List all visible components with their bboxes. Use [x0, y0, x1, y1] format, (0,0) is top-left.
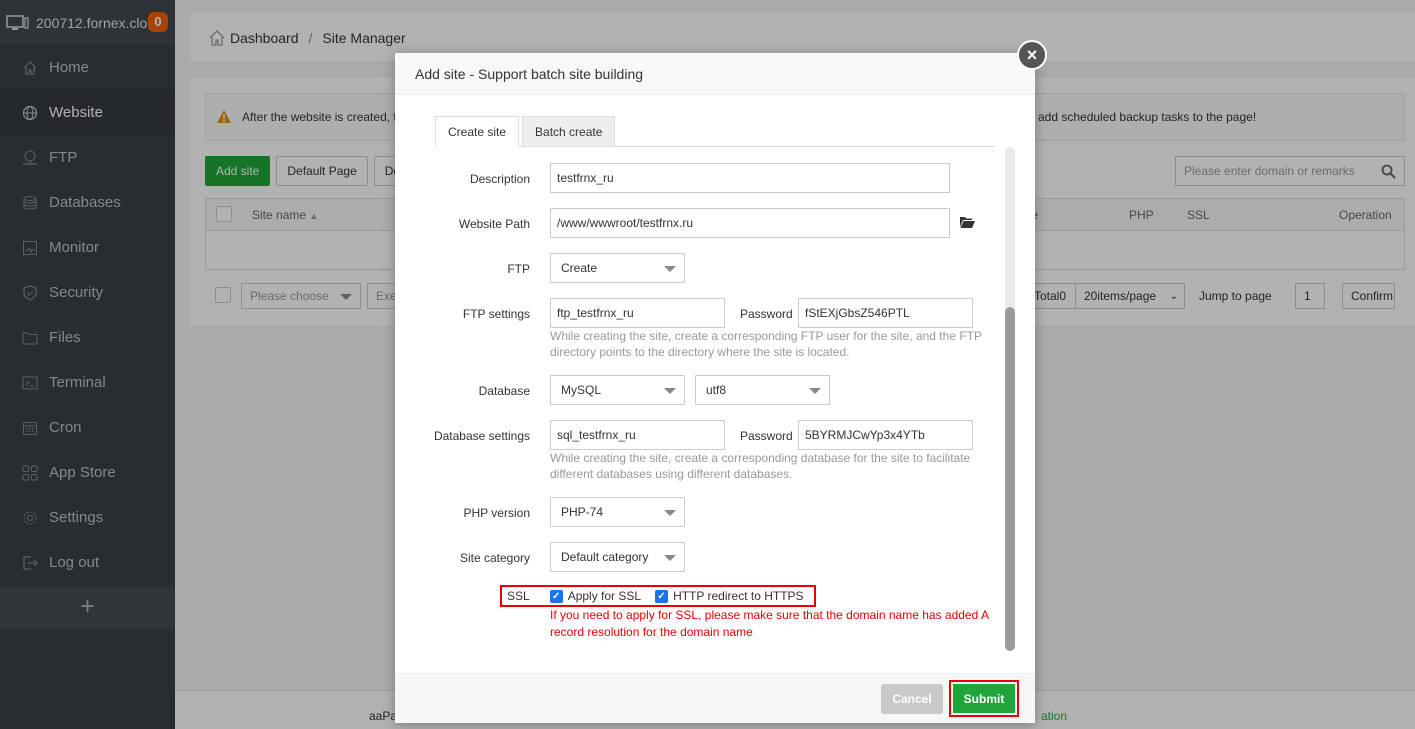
php-version-label: PHP version: [463, 506, 530, 520]
ftp-password-label: Password: [740, 307, 793, 321]
ssl-options: SSL ✓ Apply for SSL ✓ HTTP redirect to H…: [500, 585, 816, 607]
ftp-hint: While creating the site, create a corres…: [550, 329, 982, 359]
database-type-select[interactable]: MySQL: [550, 375, 685, 405]
add-site-modal: Add site - Support batch site building C…: [395, 53, 1035, 723]
https-redirect-checkbox[interactable]: ✓: [655, 589, 669, 603]
tab-batch-create[interactable]: Batch create: [522, 116, 616, 147]
website-path-label: Website Path: [458, 217, 530, 231]
site-category-label: Site category: [459, 551, 530, 565]
modal-title: Add site - Support batch site building: [395, 53, 1035, 95]
database-charset-select[interactable]: utf8: [695, 375, 830, 405]
website-path-input[interactable]: [550, 208, 950, 238]
submit-highlight: Submit: [949, 680, 1019, 717]
database-type-value: MySQL: [561, 383, 602, 397]
site-category-select[interactable]: Default category: [550, 542, 685, 572]
ftp-select-value: Create: [561, 261, 598, 275]
description-label: Description: [469, 172, 530, 186]
database-password-label: Password: [740, 429, 793, 443]
submit-button[interactable]: Submit: [953, 684, 1015, 713]
ftp-settings-label: FTP settings: [462, 307, 530, 321]
scrollbar-thumb[interactable]: [1005, 307, 1015, 651]
description-input[interactable]: [550, 163, 950, 193]
chevron-down-icon: [809, 388, 821, 394]
site-category-value: Default category: [561, 550, 649, 564]
database-username-input[interactable]: [550, 420, 725, 450]
ftp-label: FTP: [507, 262, 530, 276]
modal-footer: Cancel Submit: [395, 673, 1035, 723]
modal-scrollbar[interactable]: [1005, 147, 1015, 651]
cancel-button[interactable]: Cancel: [881, 684, 943, 714]
folder-open-icon[interactable]: [960, 216, 975, 228]
chevron-down-icon: [664, 510, 676, 516]
ssl-warning: If you need to apply for SSL, please mak…: [550, 608, 989, 639]
ftp-select[interactable]: Create: [550, 253, 685, 283]
chevron-down-icon: [664, 388, 676, 394]
ftp-username-input[interactable]: [550, 298, 725, 328]
chevron-down-icon: [664, 555, 676, 561]
modal-tabs: Create site Batch create: [435, 116, 995, 147]
chevron-down-icon: [664, 266, 676, 272]
ssl-label: SSL: [507, 589, 530, 603]
php-version-value: PHP-74: [561, 505, 604, 519]
database-charset-value: utf8: [706, 383, 727, 397]
database-settings-label: Database settings: [433, 429, 530, 443]
close-icon: ×: [1026, 44, 1038, 65]
php-version-select[interactable]: PHP-74: [550, 497, 685, 527]
close-modal-button[interactable]: ×: [1017, 40, 1047, 70]
https-redirect-label[interactable]: HTTP redirect to HTTPS: [673, 589, 803, 603]
apply-ssl-label[interactable]: Apply for SSL: [568, 589, 641, 603]
ftp-password-input[interactable]: [798, 298, 973, 328]
apply-ssl-checkbox[interactable]: ✓: [549, 589, 563, 603]
tab-create-site[interactable]: Create site: [435, 116, 520, 147]
database-hint: While creating the site, create a corres…: [550, 451, 971, 481]
database-password-input[interactable]: [798, 420, 973, 450]
database-label: Database: [478, 384, 530, 398]
